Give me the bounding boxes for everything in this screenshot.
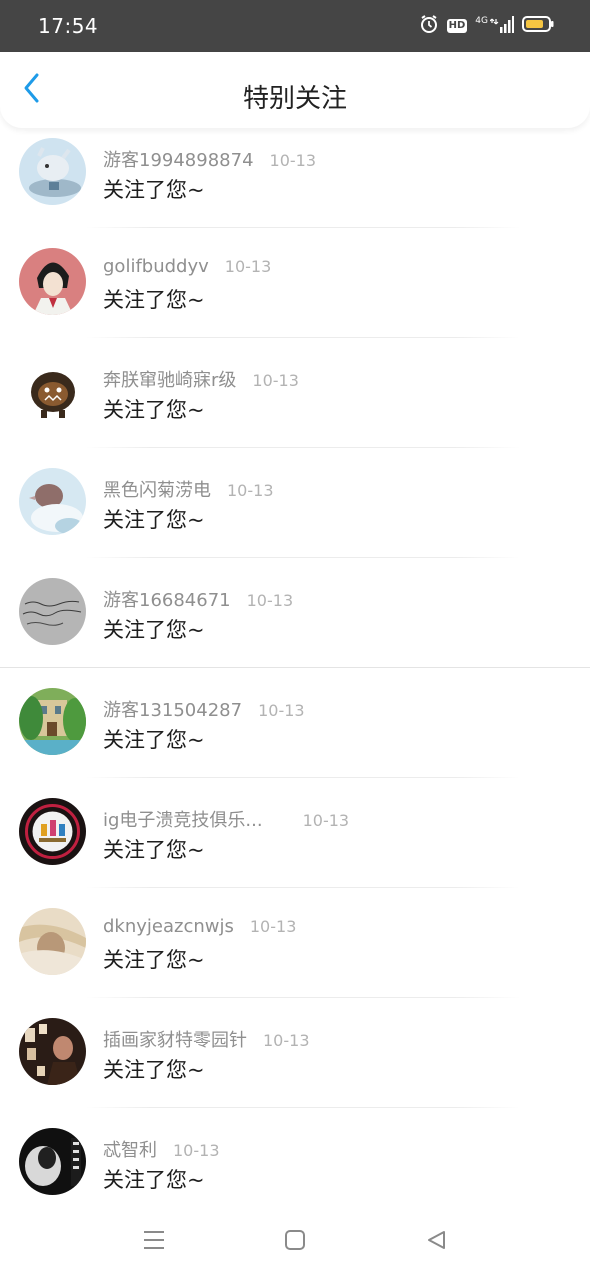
name-line: 游客16684671 10-13 (103, 586, 293, 612)
date: 10-13 (246, 591, 294, 610)
avatar[interactable] (19, 138, 86, 205)
battery-level (526, 20, 543, 28)
name-line: 插画家豺特零园针 10-13 (103, 1026, 310, 1052)
name-line: dknyjeazcnwjs 10-13 (103, 916, 296, 937)
avatar[interactable] (19, 798, 86, 865)
system-nav-bar (0, 1206, 590, 1280)
name-line: ig电子溃竞技俱乐... 10-13 (103, 806, 349, 832)
message-text: 关注了您~ (103, 178, 205, 202)
avatar[interactable] (19, 248, 86, 315)
date: 10-13 (258, 701, 305, 720)
name-line: 黑色闪菊涝电 10-13 (103, 476, 274, 502)
username[interactable]: dknyjeazcnwjs (103, 916, 234, 937)
list-item[interactable]: 奔朕窜驰崎寐r级 10-13 关注了您~ (0, 338, 590, 448)
message-text: 关注了您~ (103, 728, 205, 752)
list-item[interactable]: 游客131504287 10-13 关注了您~ (0, 668, 590, 778)
list-item[interactable]: 游客16684671 10-13 关注了您~ (0, 558, 590, 668)
message-text: 关注了您~ (103, 1058, 205, 1082)
page-title: 特别关注 (242, 84, 347, 114)
message-text: 关注了您~ (103, 1168, 205, 1192)
username[interactable]: ig电子溃竞技俱乐... (103, 806, 263, 832)
message-text: 关注了您~ (103, 288, 205, 312)
list-item[interactable]: 游客1994898874 10-13 关注了您~ (0, 128, 590, 228)
home-button[interactable] (281, 1228, 309, 1256)
follower-list: 游客1994898874 10-13 关注了您~ golifbuddyv 10-… (0, 128, 590, 1206)
avatar[interactable] (19, 358, 86, 425)
status-bar: 17:54 HD 4G (0, 0, 590, 52)
list-item[interactable]: golifbuddyv 10-13 关注了您~ (0, 228, 590, 338)
message-text: 关注了您~ (103, 398, 205, 422)
username[interactable]: 奔朕窜驰崎寐r级 (103, 366, 236, 392)
battery-icon (522, 15, 554, 37)
avatar[interactable] (19, 578, 86, 645)
username[interactable]: golifbuddyv (103, 256, 209, 277)
name-line: 游客131504287 10-13 (103, 696, 305, 722)
status-time: 17:54 (38, 14, 99, 38)
date: 10-13 (227, 481, 274, 500)
alarm-icon (419, 14, 439, 38)
hd-icon: HD (446, 19, 468, 33)
name-line: golifbuddyv 10-13 (103, 256, 271, 277)
date: 10-13 (269, 151, 317, 170)
avatar[interactable] (19, 468, 86, 535)
signal-icon (489, 15, 514, 37)
username[interactable]: 游客1994898874 (103, 146, 254, 172)
message-text: 关注了您~ (103, 618, 205, 642)
status-icons: HD 4G (419, 14, 554, 38)
date: 10-13 (302, 811, 350, 830)
message-text: 关注了您~ (103, 508, 205, 532)
home-square-icon (284, 1229, 306, 1255)
date: 10-13 (249, 917, 297, 936)
date: 10-13 (252, 371, 299, 390)
message-text: 关注了您~ (103, 838, 205, 862)
name-line: 忒智利 10-13 (103, 1136, 220, 1162)
username[interactable]: 插画家豺特零园针 (103, 1026, 247, 1052)
name-line: 游客1994898874 10-13 (103, 146, 316, 172)
username[interactable]: 游客131504287 (103, 696, 242, 722)
date: 10-13 (173, 1141, 220, 1160)
list-item[interactable]: 忒智利 10-13 关注了您~ (0, 1108, 590, 1206)
list-item[interactable]: ig电子溃竞技俱乐... 10-13 关注了您~ (0, 778, 590, 888)
avatar[interactable] (19, 688, 86, 755)
app-header: 特别关注 (0, 52, 590, 128)
list-item[interactable]: dknyjeazcnwjs 10-13 关注了您~ (0, 888, 590, 998)
avatar[interactable] (19, 1128, 86, 1195)
username[interactable]: 忒智利 (103, 1136, 157, 1162)
avatar[interactable] (19, 1018, 86, 1085)
back-triangle-icon (425, 1229, 447, 1255)
avatar[interactable] (19, 908, 86, 975)
username[interactable]: 游客16684671 (103, 586, 231, 612)
message-text: 关注了您~ (103, 948, 205, 972)
username[interactable]: 黑色闪菊涝电 (103, 476, 211, 502)
network-type-label: 4G (475, 16, 488, 26)
date: 10-13 (224, 257, 272, 276)
list-item[interactable]: 黑色闪菊涝电 10-13 关注了您~ (0, 448, 590, 558)
menu-icon (142, 1229, 166, 1255)
back-nav-button[interactable] (422, 1228, 450, 1256)
recent-apps-button[interactable] (140, 1228, 168, 1256)
date: 10-13 (263, 1031, 310, 1050)
list-item[interactable]: 插画家豺特零园针 10-13 关注了您~ (0, 998, 590, 1108)
name-line: 奔朕窜驰崎寐r级 10-13 (103, 366, 299, 392)
